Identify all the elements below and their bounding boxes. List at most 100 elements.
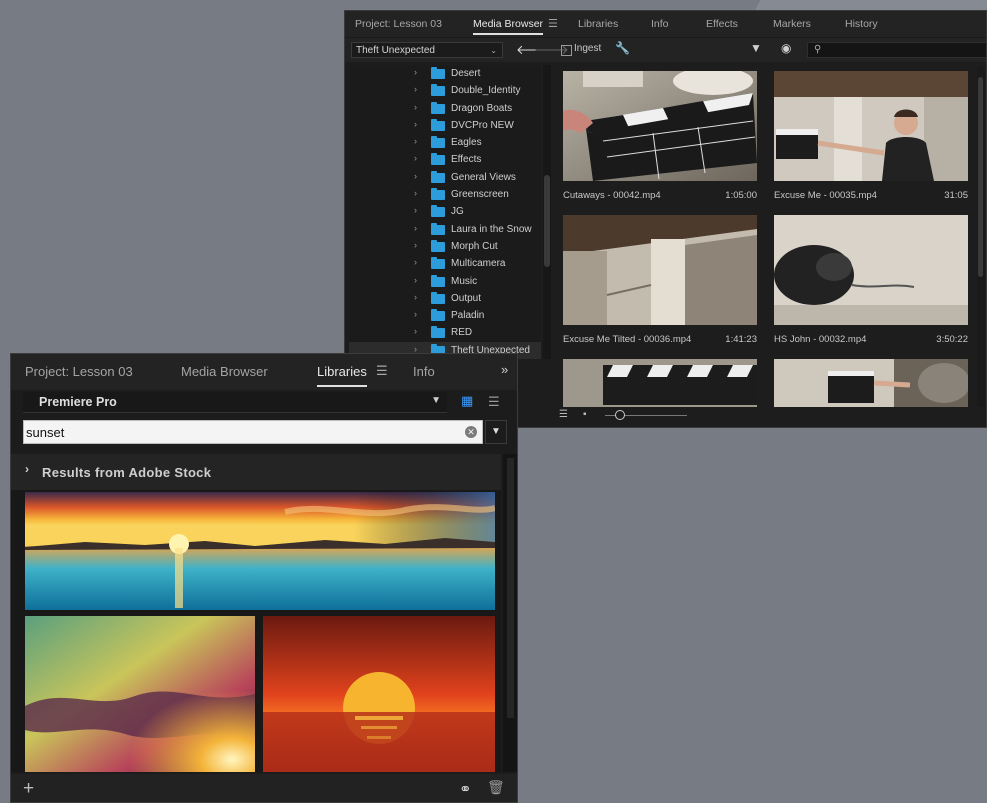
tab-info[interactable]: Info (651, 18, 669, 30)
expand-caret-icon[interactable]: › (414, 292, 417, 302)
tree-item[interactable]: › Greenscreen (349, 186, 541, 203)
tree-item[interactable]: › Morph Cut (349, 238, 541, 255)
tree-item[interactable]: › RED (349, 324, 541, 341)
results-scrollbar[interactable] (503, 454, 517, 772)
expand-caret-icon[interactable]: › (414, 240, 417, 250)
folder-icon (431, 136, 445, 149)
tab-project[interactable]: Project: Lesson 03 (25, 364, 133, 379)
tree-item[interactable]: › Desert (349, 65, 541, 82)
tab-media-browser[interactable]: Media Browser (181, 364, 268, 379)
list-view-icon[interactable]: ☰ (559, 409, 568, 420)
tab-libraries[interactable]: Libraries (317, 364, 367, 387)
filter-icon[interactable]: ▼ (750, 41, 762, 55)
grid-view-icon[interactable]: ▦ (461, 394, 473, 407)
zoom-slider-knob[interactable] (615, 410, 625, 420)
stock-image-sky-rays[interactable] (25, 616, 255, 772)
clip-thumbnail-item[interactable]: HS John - 00032.mp4 3:50:22 (774, 215, 968, 346)
search-scope-dropdown[interactable]: ▼ (485, 420, 507, 444)
clip-thumbnail-item[interactable]: Excuse Me Tilted - 00036.mp4 1:41:23 (563, 215, 757, 346)
list-view-icon[interactable]: ☰ (488, 394, 500, 410)
clip-name: Cutaways - 00042.mp4 (563, 190, 661, 201)
clip-thumbnail-item[interactable]: Cutaways - 00042.mp4 1:05:00 (563, 71, 757, 202)
folder-icon (431, 170, 445, 183)
tab-project[interactable]: Project: Lesson 03 (355, 18, 442, 30)
tree-item[interactable]: › Laura in the Snow (349, 221, 541, 238)
media-browser-search-input[interactable]: ⚲ (807, 42, 986, 58)
tree-item[interactable]: › Multicamera (349, 255, 541, 272)
eye-view-icon[interactable]: ◉ (781, 41, 791, 55)
tree-item[interactable]: › Effects (349, 151, 541, 168)
ingest-label: Ingest (574, 43, 602, 54)
clip-thumbnail-item[interactable] (774, 359, 968, 407)
expand-caret-icon[interactable]: › (414, 188, 417, 198)
ingest-settings-wrench-icon[interactable]: 🔧 (615, 41, 630, 55)
scrollbar-thumb[interactable] (544, 175, 550, 267)
expand-caret-icon[interactable]: › (414, 205, 417, 215)
tree-item[interactable]: › Music (349, 273, 541, 290)
expand-caret-icon[interactable]: › (414, 275, 417, 285)
tree-item[interactable]: › DVCPro NEW (349, 117, 541, 134)
panel-menu-icon[interactable]: ☰ (548, 17, 558, 30)
clip-thumbnail-item[interactable]: Excuse Me - 00035.mp4 31:05 (774, 71, 968, 202)
expand-caret-icon[interactable]: › (414, 84, 417, 94)
tab-history[interactable]: History (845, 18, 878, 30)
panel-menu-icon[interactable]: ☰ (376, 363, 388, 379)
tree-item-label: General Views (451, 171, 516, 183)
library-search-field[interactable]: ✕ (23, 420, 483, 444)
clear-search-icon[interactable]: ✕ (465, 426, 477, 438)
tree-item[interactable]: › Paladin (349, 307, 541, 324)
clip-name: Excuse Me Tilted - 00036.mp4 (563, 334, 692, 345)
media-browser-tab-bar: Project: Lesson 03 Media Browser ☰ Libra… (345, 11, 986, 38)
folder-tree-scrollbar[interactable] (543, 65, 551, 359)
icon-view-icon[interactable]: ▪ (583, 409, 587, 420)
expand-caret-icon[interactable]: › (414, 171, 417, 181)
stock-image-red-sun[interactable] (263, 616, 495, 772)
tree-item-label: JG (451, 206, 464, 218)
expand-caret-icon[interactable]: › (414, 136, 417, 146)
add-icon[interactable]: + (23, 778, 34, 800)
trash-icon[interactable]: 🗑 (487, 779, 505, 796)
expand-caret-icon[interactable]: › (414, 257, 417, 267)
tree-item[interactable]: › JG (349, 203, 541, 220)
expand-caret-icon[interactable]: › (414, 153, 417, 163)
folder-icon (431, 326, 445, 339)
library-dropdown[interactable]: Premiere Pro ▼ (23, 392, 447, 413)
stock-image-sunset-sea[interactable] (25, 492, 495, 610)
tab-media-browser[interactable]: Media Browser (473, 18, 544, 35)
clip-thumbnail-item[interactable] (563, 359, 757, 407)
tab-media-browser-label: Media Browser (473, 18, 544, 30)
expand-caret-icon[interactable]: › (414, 309, 417, 319)
media-browser-footer: ☰ ▪ (545, 407, 985, 425)
tab-libraries[interactable]: Libraries (578, 18, 618, 30)
scrollbar-thumb[interactable] (978, 77, 983, 277)
adobe-stock-results-header[interactable]: › Results from Adobe Stock (11, 454, 501, 490)
ingest-checkbox[interactable] (561, 45, 572, 56)
tree-item[interactable]: › Double_Identity (349, 82, 541, 99)
chevron-right-icon[interactable]: › (25, 462, 29, 476)
clip-caption: Excuse Me Tilted - 00036.mp4 1:41:23 (563, 334, 757, 345)
chevron-double-right-icon[interactable]: » (501, 362, 508, 377)
expand-caret-icon[interactable]: › (414, 119, 417, 129)
tree-item[interactable]: › Output (349, 290, 541, 307)
folder-icon (431, 291, 445, 304)
tab-info[interactable]: Info (413, 364, 435, 379)
location-dropdown[interactable]: Theft Unexpected ⌄ (351, 42, 503, 58)
clip-grid-scrollbar[interactable] (977, 67, 985, 407)
tree-item[interactable]: › Dragon Boats (349, 100, 541, 117)
scrollbar-thumb[interactable] (507, 458, 514, 718)
expand-caret-icon[interactable]: › (414, 326, 417, 336)
tab-markers[interactable]: Markers (773, 18, 811, 30)
tab-effects[interactable]: Effects (706, 18, 738, 30)
library-search-input[interactable] (24, 421, 458, 443)
creative-cloud-icon[interactable]: ⚭ (459, 780, 472, 798)
clip-caption: HS John - 00032.mp4 3:50:22 (774, 334, 968, 345)
expand-caret-icon[interactable]: › (414, 102, 417, 112)
clip-thumbnail-image (563, 359, 757, 407)
expand-caret-icon[interactable]: › (414, 67, 417, 77)
tree-item-label: RED (451, 327, 473, 339)
clip-thumbnail-image (563, 215, 757, 325)
tree-item[interactable]: › Eagles (349, 134, 541, 151)
tree-item-label: Multicamera (451, 258, 506, 270)
tree-item[interactable]: › General Views (349, 169, 541, 186)
expand-caret-icon[interactable]: › (414, 223, 417, 233)
